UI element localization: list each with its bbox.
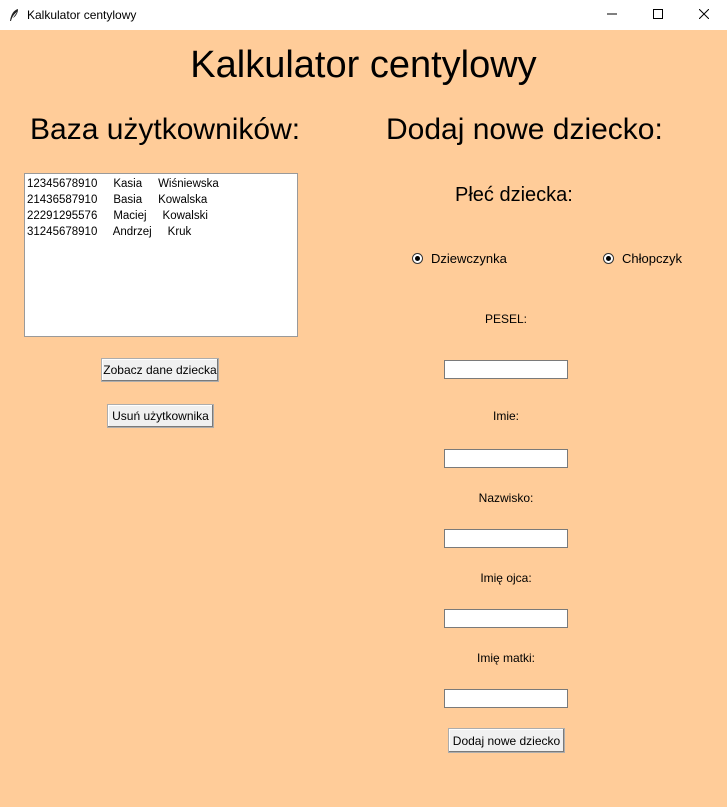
last-name-label: Nazwisko: (478, 491, 534, 505)
delete-user-button[interactable]: Usuń użytkownika (107, 404, 214, 428)
radio-boy[interactable]: Chłopczyk (603, 251, 682, 266)
pesel-label: PESEL: (484, 312, 528, 326)
first-name-field[interactable] (444, 449, 568, 468)
minimize-button[interactable] (589, 0, 635, 30)
last-name-field[interactable] (444, 529, 568, 548)
users-heading: Baza użytkowników: (30, 113, 301, 146)
father-name-label: Imię ojca: (480, 571, 532, 585)
sex-label: Płeć dziecka: (455, 184, 573, 206)
close-button[interactable] (681, 0, 727, 30)
window-title: Kalkulator centylowy (27, 8, 137, 22)
father-name-field[interactable] (444, 609, 568, 628)
add-child-heading: Dodaj nowe dziecko: (386, 113, 663, 146)
radio-boy-label: Chłopczyk (622, 251, 682, 266)
mother-name-label: Imię matki: (476, 651, 535, 665)
minimize-icon (607, 6, 617, 24)
maximize-button[interactable] (635, 0, 681, 30)
radio-selected-icon (603, 253, 614, 264)
title-bar: Kalkulator centylowy (0, 0, 727, 30)
mother-name-field[interactable] (444, 689, 568, 708)
main-window: Kalkulator centylowy Baza użytkowników: … (0, 30, 727, 807)
users-listbox[interactable]: 12345678910 Kasia Wiśniewska 21436587910… (24, 173, 298, 337)
radio-selected-icon (412, 253, 423, 264)
pesel-field[interactable] (444, 360, 568, 379)
list-item[interactable]: 12345678910 Kasia Wiśniewska (27, 176, 295, 192)
list-item[interactable]: 22291295576 Maciej Kowalski (27, 208, 295, 224)
view-child-button[interactable]: Zobacz dane dziecka (101, 358, 219, 382)
first-name-label: Imie: (492, 409, 519, 423)
radio-girl-label: Dziewczynka (431, 251, 507, 266)
feather-icon (8, 8, 20, 22)
list-item[interactable]: 31245678910 Andrzej Kruk (27, 224, 295, 240)
maximize-icon (653, 6, 663, 24)
page-title: Kalkulator centylowy (190, 44, 537, 86)
list-item[interactable]: 21436587910 Basia Kowalska (27, 192, 295, 208)
radio-girl[interactable]: Dziewczynka (412, 251, 507, 266)
close-icon (698, 6, 710, 24)
add-child-button[interactable]: Dodaj nowe dziecko (448, 728, 565, 753)
